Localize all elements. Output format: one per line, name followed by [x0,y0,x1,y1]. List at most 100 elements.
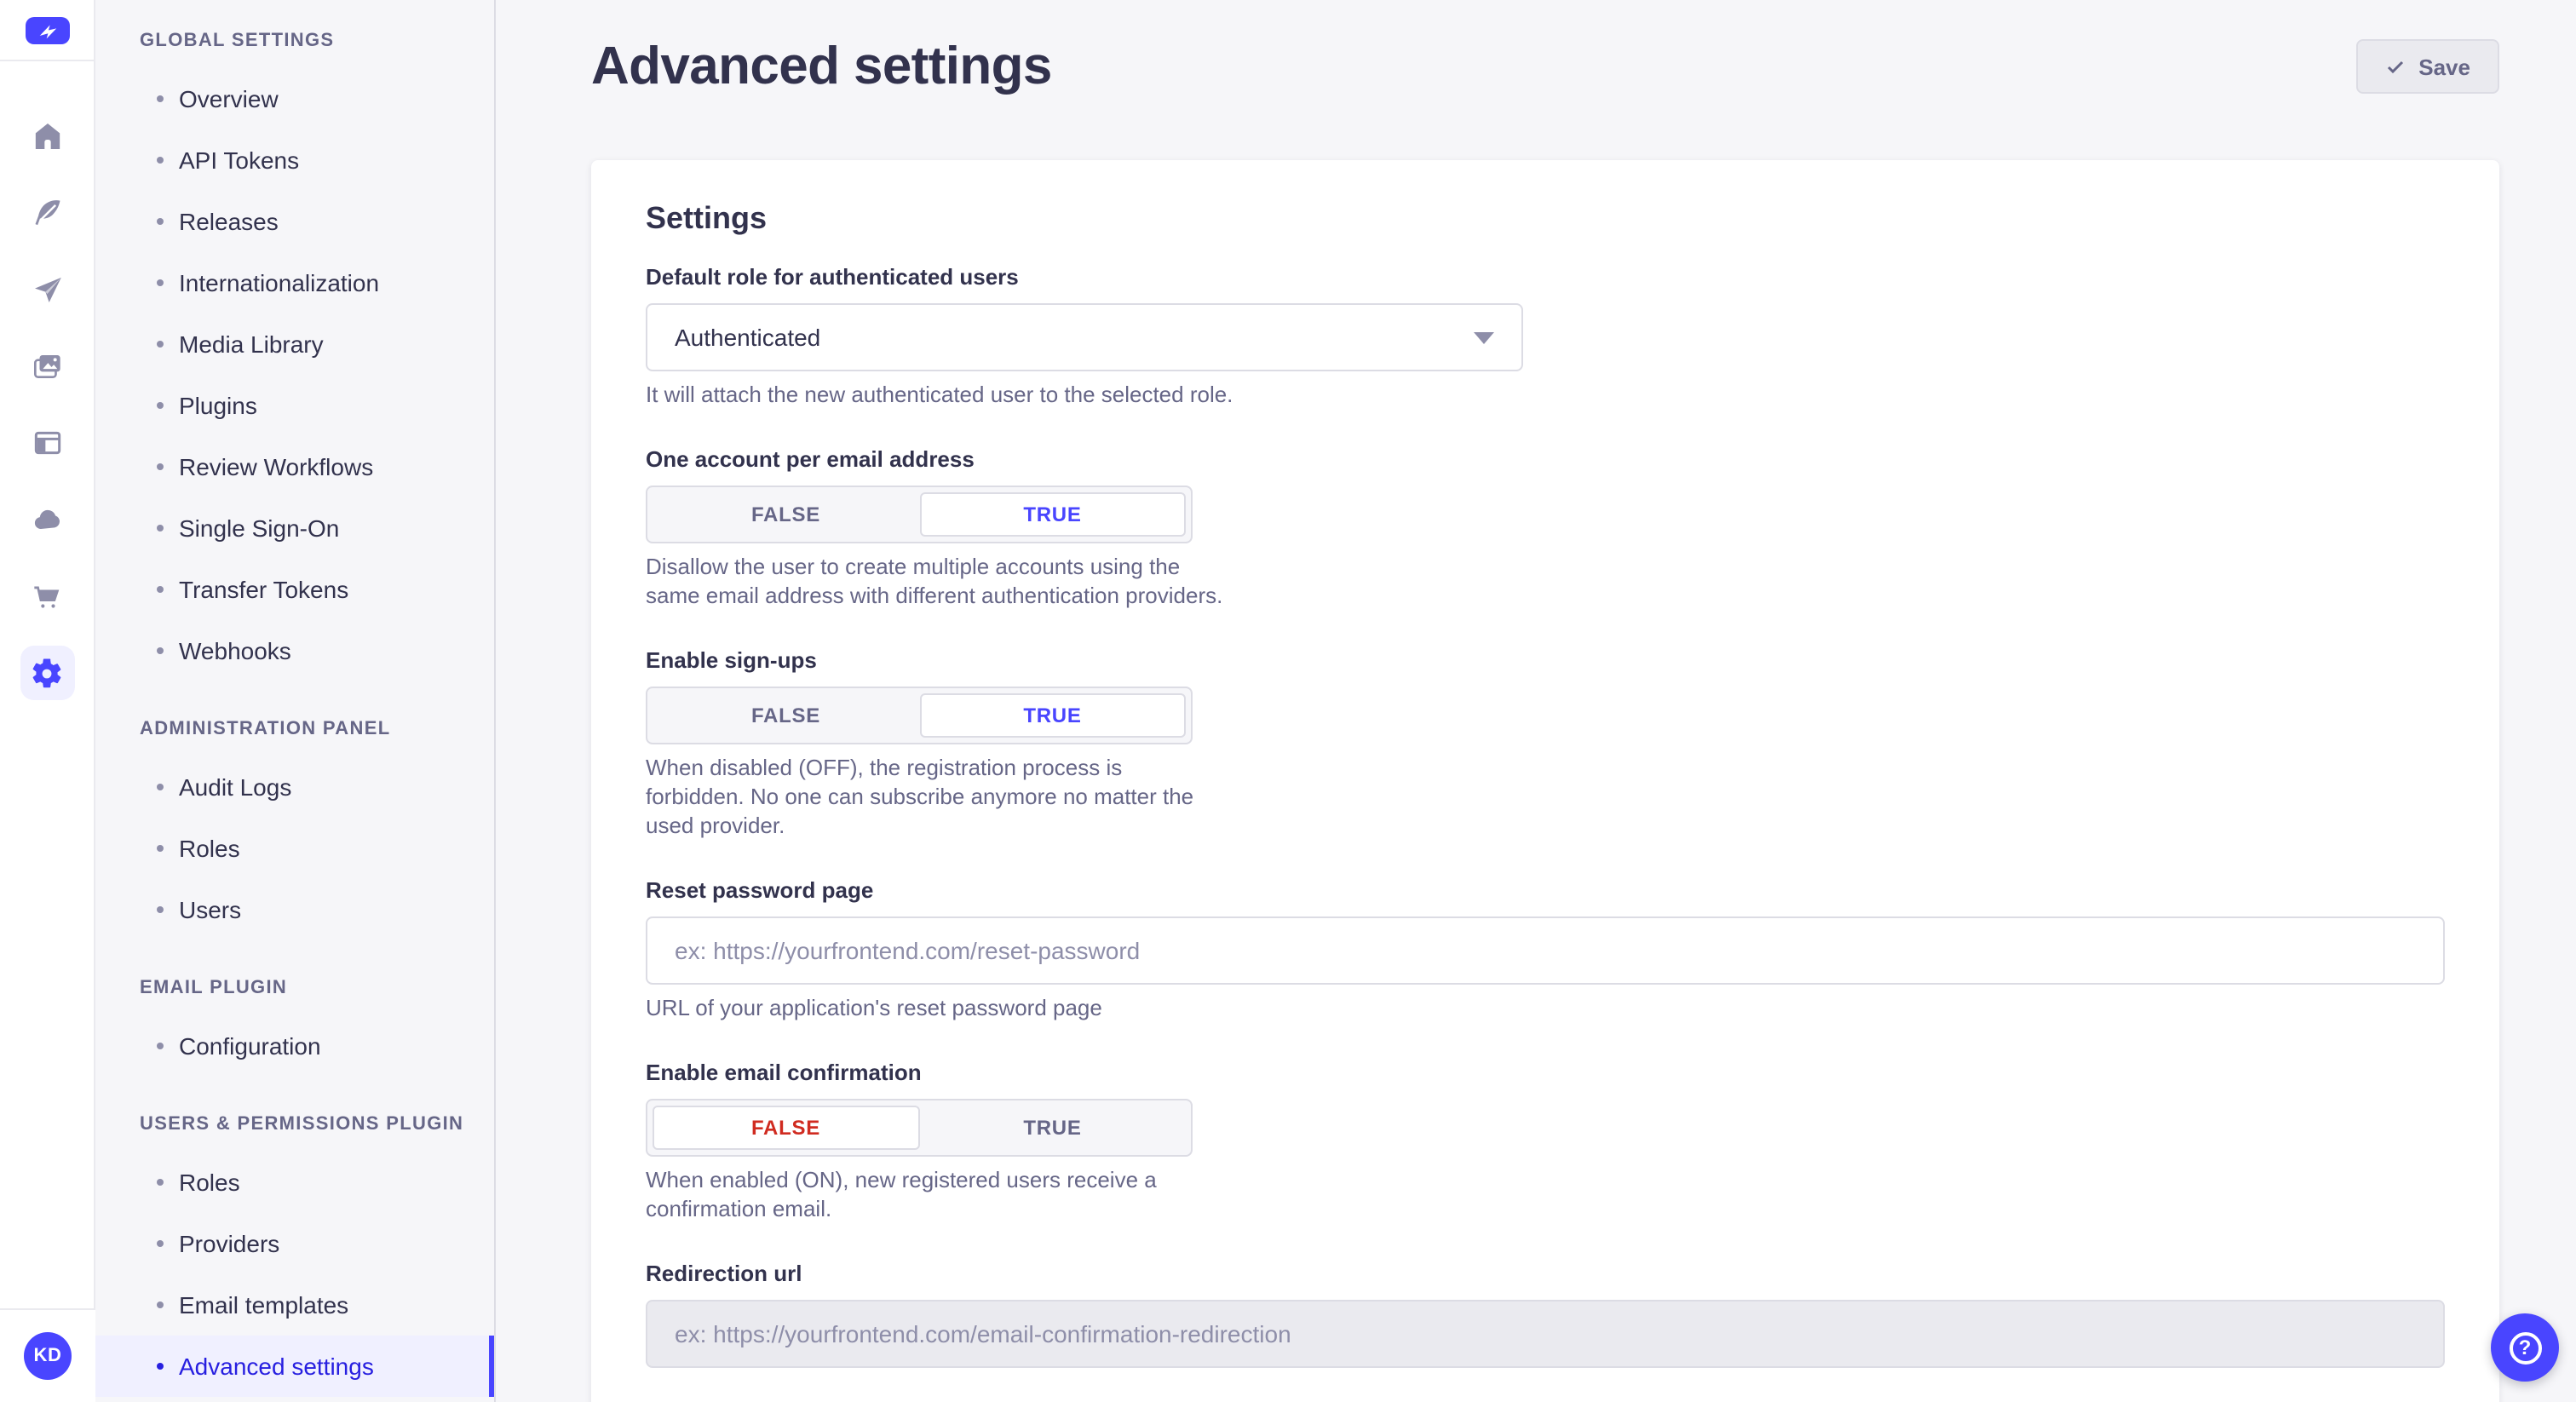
gear-icon [29,655,65,691]
sidebar-item-media-library[interactable]: Media Library [95,313,494,375]
bullet-icon [157,341,164,348]
rail-bottom: KD [0,1308,95,1402]
bullet-icon [157,845,164,852]
field-label: One account per email address [646,446,2445,472]
field-reset-password-page: Reset password page URL of your applicat… [646,877,2445,1022]
rail-item-media[interactable] [20,339,74,394]
toggle-option-false[interactable]: FALSE [653,492,919,537]
field-hint: It will attach the new authenticated use… [646,380,2445,409]
field-label: Enable sign-ups [646,647,2445,673]
save-button-label: Save [2418,54,2470,79]
rail-item-content-type-builder[interactable] [20,416,74,470]
bullet-icon [157,1043,164,1049]
cart-icon [30,579,64,613]
bullet-icon [157,218,164,225]
section-header: EMAIL PLUGIN [95,974,494,1002]
sidebar-item-label: Providers [179,1230,279,1257]
rail-divider [0,60,95,61]
rail-item-cloud[interactable] [20,492,74,547]
user-avatar[interactable]: KD [24,1332,72,1380]
field-label: Reset password page [646,877,2445,903]
sidebar-item-label: Single Sign-On [179,514,339,542]
sidebar-item-up-roles[interactable]: Roles [95,1152,494,1213]
sidebar-item-overview[interactable]: Overview [95,68,494,129]
sidebar-item-label: Review Workflows [179,453,373,480]
sidebar-item-label: Media Library [179,330,324,358]
bullet-icon [157,157,164,164]
sidebar-item-email-templates[interactable]: Email templates [95,1274,494,1336]
bullet-icon [157,1240,164,1247]
sidebar-item-label: Configuration [179,1032,321,1060]
check-icon [2384,56,2405,77]
field-enable-signups: Enable sign-ups FALSE TRUE When disabled… [646,647,2445,840]
bullet-icon [157,906,164,913]
sidebar-item-api-tokens[interactable]: API Tokens [95,129,494,191]
strapi-logo[interactable] [25,17,69,44]
bullet-icon [157,463,164,470]
layout-icon [30,426,64,460]
redirection-url-input [646,1300,2445,1368]
field-label: Redirection url [646,1261,2445,1286]
sidebar-item-transfer-tokens[interactable]: Transfer Tokens [95,559,494,620]
sidebar-item-plugins[interactable]: Plugins [95,375,494,436]
cloud-icon [30,503,64,537]
sidebar-item-label: Overview [179,85,279,112]
sidebar-item-label: Advanced settings [179,1353,374,1380]
bullet-icon [157,586,164,593]
default-role-select[interactable]: Authenticated [646,303,1523,371]
feather-icon [30,196,64,230]
sidebar-item-audit-logs[interactable]: Audit Logs [95,756,494,818]
rail-item-settings[interactable] [20,646,74,700]
sidebar-item-label: Email templates [179,1291,348,1319]
page-header: Advanced settings Save [591,36,2499,97]
card-heading: Settings [646,201,2445,237]
email-confirmation-toggle: FALSE TRUE [646,1099,1193,1157]
sidebar-item-review-workflows[interactable]: Review Workflows [95,436,494,497]
rail-item-home[interactable] [20,109,74,164]
field-hint: URL of your application's reset password… [646,993,2445,1022]
section-header: USERS & PERMISSIONS PLUGIN [95,1111,494,1138]
bullet-icon [157,95,164,102]
bullet-icon [157,1301,164,1308]
reset-password-input[interactable] [646,916,2445,985]
strapi-logo-icon [33,20,60,41]
toggle-option-true[interactable]: TRUE [919,693,1186,738]
sidebar-item-label: Roles [179,835,240,862]
save-button[interactable]: Save [2355,39,2499,94]
sidebar-item-label: Plugins [179,392,257,419]
sidebar-item-single-sign-on[interactable]: Single Sign-On [95,497,494,559]
sidebar-item-internationalization[interactable]: Internationalization [95,252,494,313]
select-value: Authenticated [675,324,820,351]
toggle-option-false[interactable]: FALSE [653,693,919,738]
help-button[interactable]: ? [2491,1313,2559,1382]
sidebar-item-admin-users[interactable]: Users [95,879,494,940]
toggle-option-false[interactable]: FALSE [653,1106,919,1150]
subnav-section-email-plugin: EMAIL PLUGIN Configuration [95,974,494,1077]
bullet-icon [157,1179,164,1186]
field-hint: Disallow the user to create multiple acc… [646,552,1225,610]
section-header: ADMINISTRATION PANEL [95,715,494,743]
bullet-icon [157,279,164,286]
sidebar-item-email-configuration[interactable]: Configuration [95,1015,494,1077]
field-one-account: One account per email address FALSE TRUE… [646,446,2445,610]
home-icon [30,119,64,153]
sidebar-item-label: Roles [179,1169,240,1196]
sidebar-item-label: Webhooks [179,637,291,664]
rail-item-deploy[interactable] [20,262,74,317]
field-redirection-url: Redirection url [646,1261,2445,1368]
media-library-icon [30,349,64,383]
sidebar-item-advanced-settings[interactable]: Advanced settings [95,1336,494,1397]
rail-item-marketplace[interactable] [20,569,74,623]
sidebar-item-label: Users [179,896,241,923]
bullet-icon [157,784,164,790]
signups-toggle: FALSE TRUE [646,687,1193,744]
sidebar-item-releases[interactable]: Releases [95,191,494,252]
toggle-option-true[interactable]: TRUE [919,492,1186,537]
toggle-option-true[interactable]: TRUE [919,1106,1186,1150]
sidebar-item-providers[interactable]: Providers [95,1213,494,1274]
icon-rail: KD [0,0,95,1402]
rail-item-content[interactable] [20,186,74,240]
sidebar-item-webhooks[interactable]: Webhooks [95,620,494,681]
sidebar-item-admin-roles[interactable]: Roles [95,818,494,879]
subnav-section-global: GLOBAL SETTINGS Overview API Tokens Rele… [95,27,494,681]
